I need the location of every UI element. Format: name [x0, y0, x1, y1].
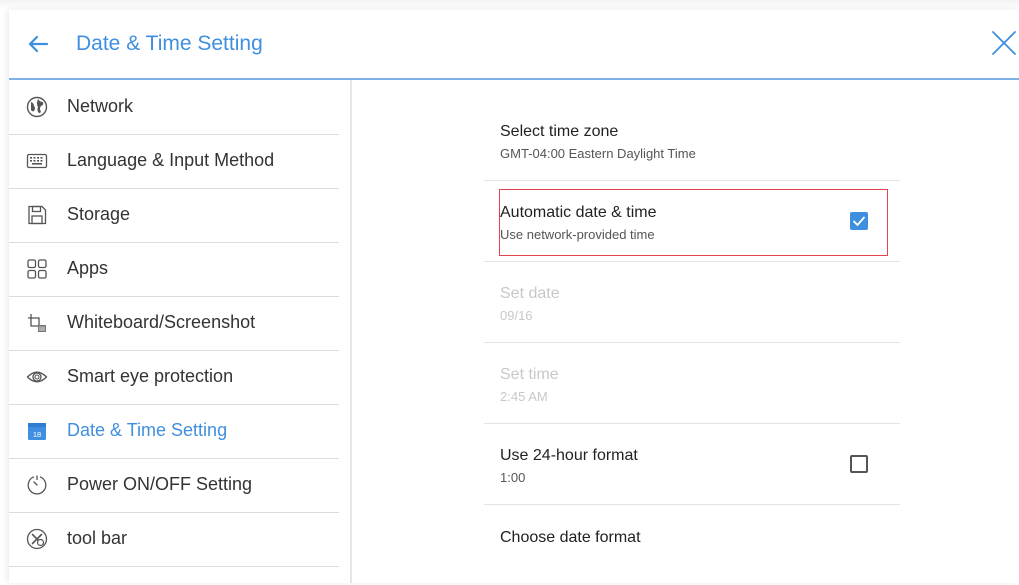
choose-date-format-row[interactable]: Choose date format — [484, 505, 900, 585]
keyboard-icon — [26, 153, 48, 169]
sidebar-item-eye-protection[interactable]: Smart eye protection — [9, 350, 339, 405]
sidebar: Network Language & Input Method Storage — [9, 80, 352, 583]
row-subtitle: 1:00 — [500, 470, 526, 485]
close-icon[interactable] — [991, 30, 1017, 56]
sidebar-item-whiteboard[interactable]: Whiteboard/Screenshot — [9, 296, 339, 351]
row-title: Set time — [500, 366, 559, 383]
sidebar-item-label: Network — [67, 96, 134, 116]
sidebar-item-label: tool bar — [67, 528, 128, 548]
sidebar-item-storage[interactable]: Storage — [9, 188, 339, 243]
sidebar-item-label: Whiteboard/Screenshot — [67, 312, 256, 332]
sidebar-item-toolbar[interactable]: tool bar — [9, 512, 339, 567]
power-timer-icon — [27, 475, 47, 495]
sidebar-item-label: Storage — [67, 204, 131, 224]
row-title: Select time zone — [500, 123, 619, 140]
apps-grid-icon — [27, 259, 47, 279]
row-title: Choose date format — [500, 529, 641, 546]
sidebar-item-language[interactable]: Language & Input Method — [9, 134, 339, 189]
header-bar: Date & Time Setting — [9, 10, 1019, 80]
row-subtitle: 09/16 — [500, 308, 533, 323]
row-title: Use 24-hour format — [500, 447, 638, 464]
sidebar-item-power[interactable]: Power ON/OFF Setting — [9, 458, 339, 513]
row-subtitle: 2:45 AM — [500, 389, 548, 404]
sidebar-item-label: Smart eye protection — [67, 366, 234, 386]
page-title: Date & Time Setting — [76, 32, 263, 55]
arrow-left-icon[interactable] — [27, 33, 49, 55]
use-24-hour-format-row[interactable]: Use 24-hour format 1:00 — [484, 424, 900, 505]
set-time-row[interactable]: Set time 2:45 AM — [484, 343, 900, 424]
globe-icon — [26, 96, 48, 118]
select-time-zone-row[interactable]: Select time zone GMT-04:00 Eastern Dayli… — [484, 100, 900, 181]
row-title: Set date — [500, 285, 560, 302]
settings-panel: Date & Time Setting Network Language & I… — [9, 10, 1019, 583]
use-24-hour-format-checkbox[interactable] — [850, 455, 868, 473]
calendar-day-text: 18 — [33, 430, 41, 439]
tools-icon — [26, 528, 48, 550]
set-date-row[interactable]: Set date 09/16 — [484, 262, 900, 343]
whiteboard-icon — [28, 314, 46, 332]
eye-icon — [26, 371, 48, 383]
sidebar-item-label: Language & Input Method — [67, 150, 275, 170]
sidebar-item-network[interactable]: Network — [9, 80, 339, 135]
highlight-box — [499, 189, 888, 256]
sidebar-item-label: Power ON/OFF Setting — [67, 474, 253, 494]
storage-icon — [28, 205, 47, 225]
calendar-icon: 18 — [28, 423, 46, 440]
sidebar-item-date-time[interactable]: 18 Date & Time Setting — [9, 404, 339, 459]
sidebar-item-label: Date & Time Setting — [67, 420, 228, 440]
sidebar-item-label: Apps — [67, 258, 109, 278]
sidebar-item-apps[interactable]: Apps — [9, 242, 339, 297]
settings-content: Select time zone GMT-04:00 Eastern Dayli… — [352, 80, 1019, 583]
row-subtitle: GMT-04:00 Eastern Daylight Time — [500, 146, 696, 161]
